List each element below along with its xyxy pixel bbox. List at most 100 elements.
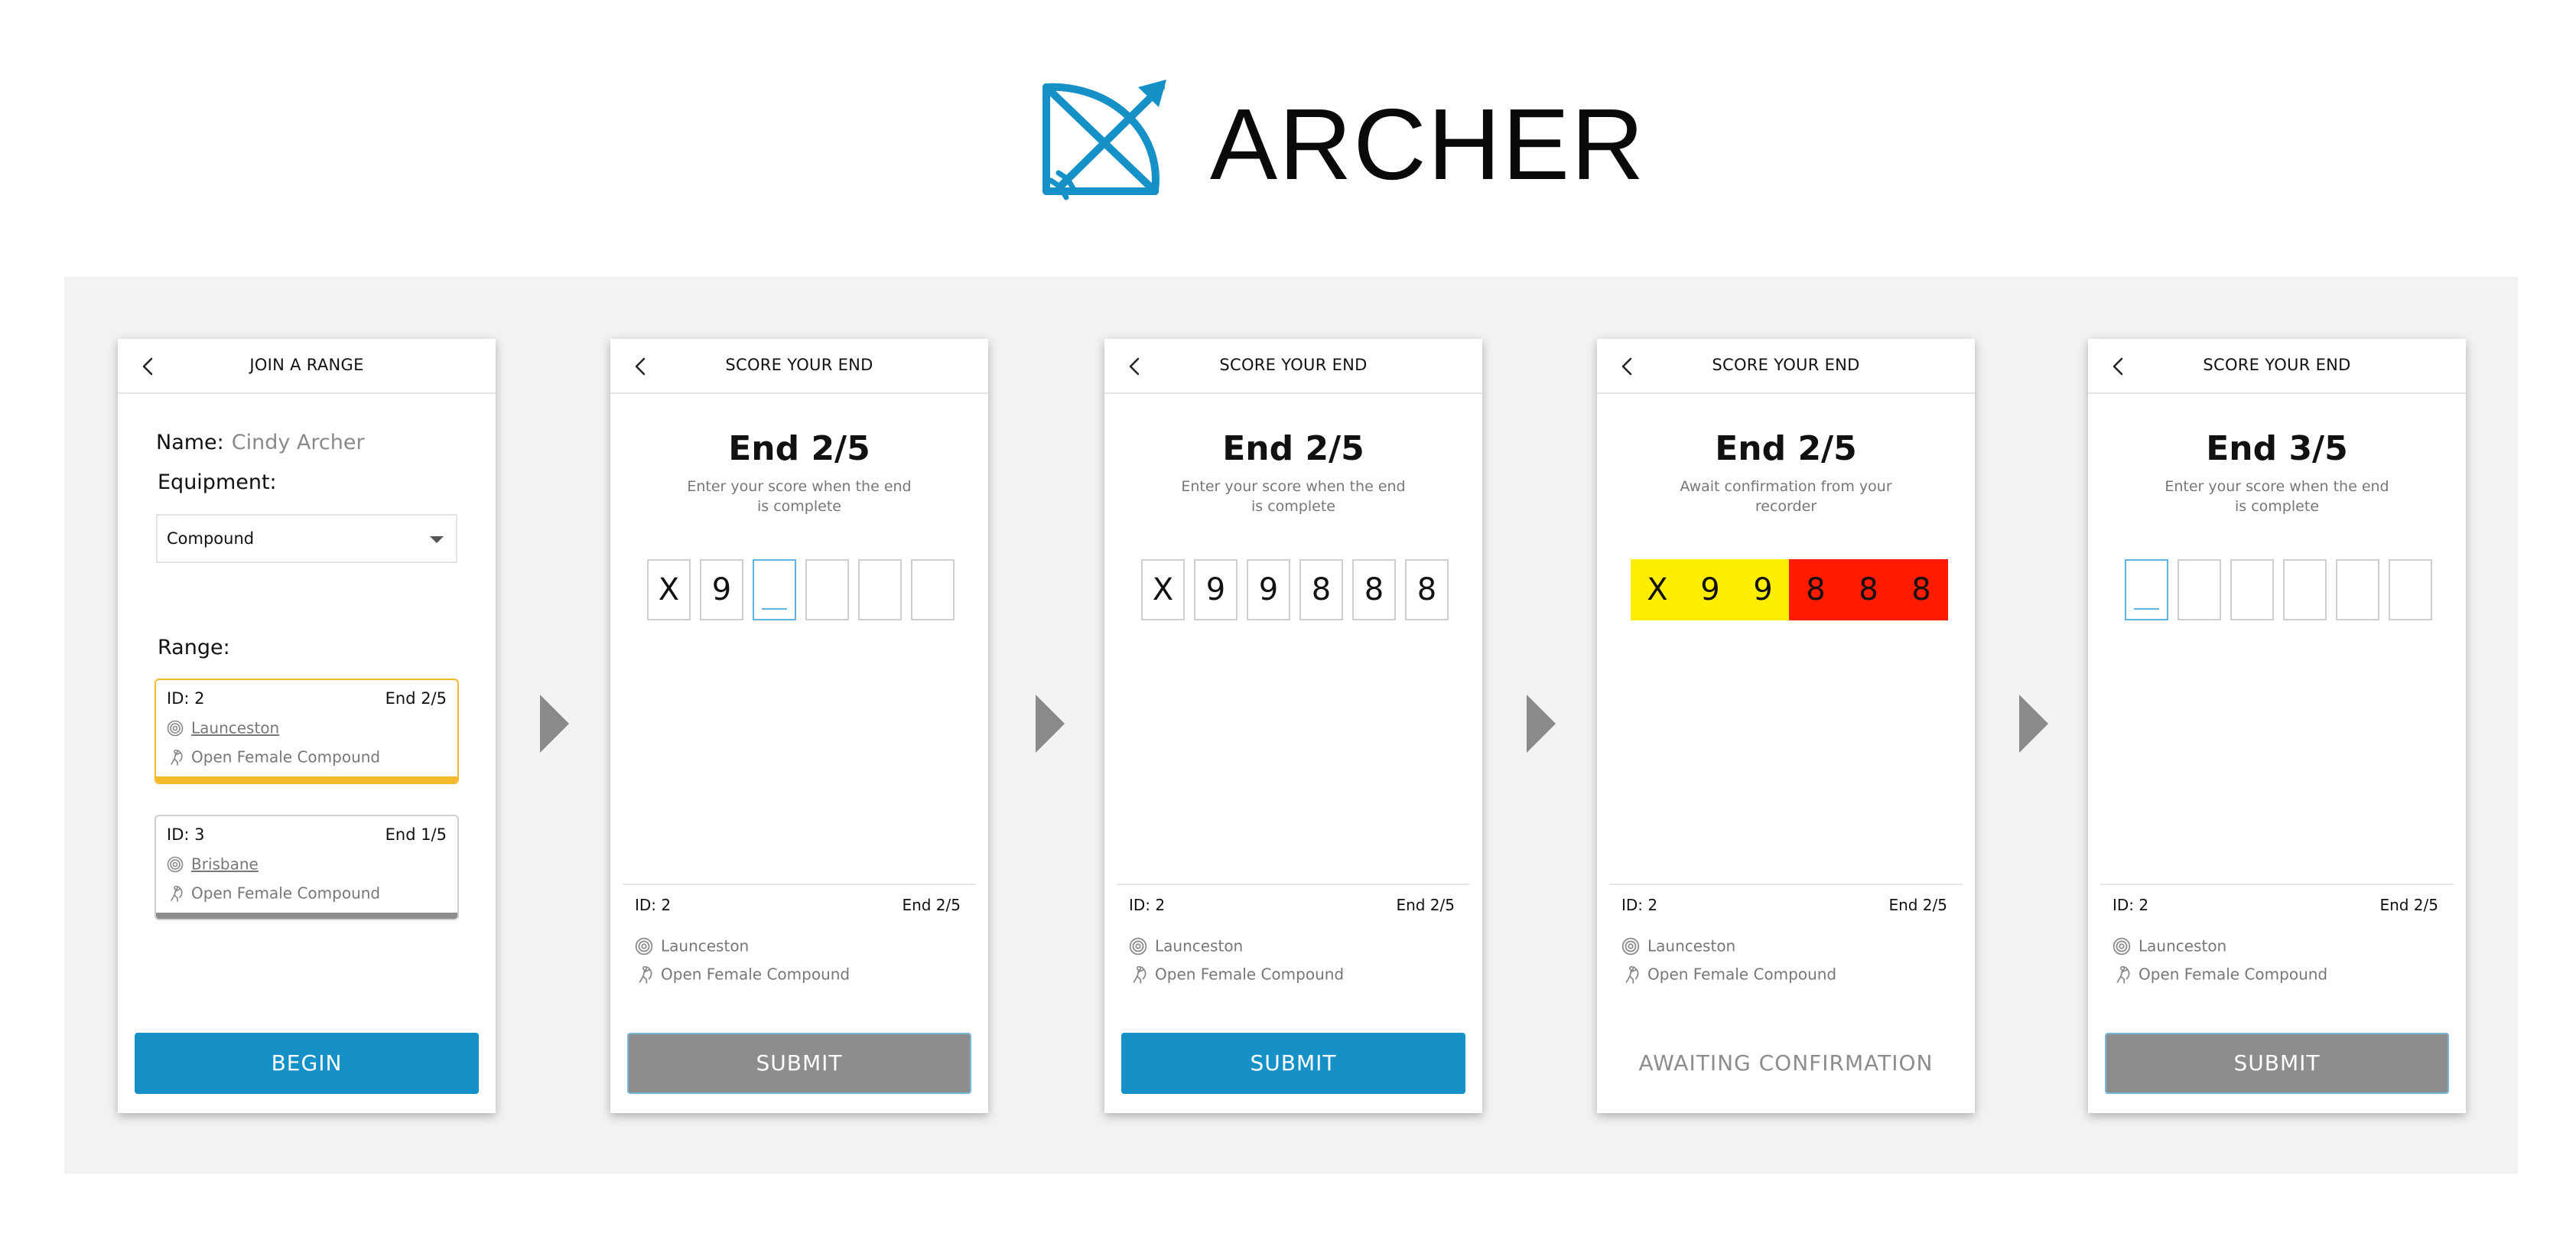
score-box: 8 [1842,559,1895,620]
screen-score-end: SCORE YOUR END End 2/5 Enter your score … [610,339,988,1113]
name-value: Cindy Archer [231,431,365,454]
divider [2100,884,2454,885]
score-box[interactable]: 9 [1247,559,1290,620]
info-location-text: Launceston [661,936,750,955]
screen-header: SCORE YOUR END [2088,339,2466,394]
info-location: Launceston [2113,934,2226,955]
score-box[interactable]: X [1141,559,1185,620]
score-box[interactable] [2389,559,2432,620]
score-box[interactable] [2178,559,2221,620]
score-inputs: X 9 9 8 8 8 [1141,559,1462,620]
score-box[interactable] [2125,559,2168,620]
info-id: ID: 2 [1129,896,1166,914]
range-card[interactable]: ID: 2 End 2/5 Launceston Open Female Com… [154,679,459,784]
info-location: Launceston [1129,934,1243,955]
info-end: End 2/5 [2379,896,2438,914]
range-end: End 2/5 [385,689,447,708]
range-division: Open Female Compound [167,746,380,767]
archer-icon [635,965,653,984]
screen-title: SCORE YOUR END [725,356,873,374]
screen-title: JOIN A RANGE [249,356,364,374]
info-division-text: Open Female Compound [1647,965,1837,984]
equipment-label: Equipment: [158,470,277,494]
score-box[interactable]: X [647,559,691,620]
target-icon [167,856,184,873]
begin-button[interactable]: BEGIN [135,1033,479,1094]
name-row: Name: Cindy Archer [156,431,365,454]
info-division-text: Open Female Compound [1155,965,1345,984]
target-icon [635,937,653,955]
score-inputs: X 9 [647,559,968,620]
end-subtitle: Enter your score when the end is complet… [2165,478,2389,515]
screen-header: SCORE YOUR END [1597,339,1975,394]
info-division-text: Open Female Compound [661,965,851,984]
range-label: Range: [158,636,230,659]
info-id: ID: 2 [635,896,672,914]
target-icon [1621,937,1640,955]
info-end: End 2/5 [902,896,961,914]
score-box[interactable]: 9 [700,559,743,620]
info-end: End 2/5 [1888,896,1947,914]
end-title: End 2/5 [1222,429,1364,468]
score-box[interactable] [911,559,955,620]
name-label: Name: [156,431,224,454]
score-box[interactable]: 8 [1299,559,1343,620]
info-id: ID: 2 [2113,896,2149,914]
equipment-select[interactable]: Compound [156,514,457,563]
info-division: Open Female Compound [2113,962,2327,984]
score-box[interactable] [805,559,849,620]
score-box[interactable]: 9 [1194,559,1238,620]
score-box[interactable] [2336,559,2379,620]
end-title: End 2/5 [728,429,870,468]
score-box: 8 [1895,559,1948,620]
range-card[interactable]: ID: 3 End 1/5 Brisbane Open Female Compo… [154,815,459,920]
score-box: 8 [1789,559,1843,620]
divider [1609,884,1963,885]
score-box[interactable] [753,559,796,620]
score-inputs [2125,559,2446,620]
divider [623,884,976,885]
range-location-link[interactable]: Brisbane [191,855,259,874]
archer-icon [2113,965,2131,984]
info-division: Open Female Compound [635,962,850,984]
end-subtitle: Enter your score when the end is complet… [687,478,912,515]
submit-button[interactable]: SUBMIT [1121,1033,1465,1094]
equipment-value: Compound [167,529,255,548]
info-division-text: Open Female Compound [2139,965,2328,984]
archer-icon [1621,965,1640,984]
submit-button[interactable]: SUBMIT [2105,1033,2449,1094]
screen-score-end: SCORE YOUR END End 2/5 Enter your score … [1104,339,1482,1113]
screen-score-end: SCORE YOUR END End 3/5 Enter your score … [2088,339,2466,1113]
target-icon [2113,937,2131,955]
flow-arrow-icon [2019,695,2048,753]
score-box[interactable] [2283,559,2327,620]
score-box[interactable]: 8 [1352,559,1396,620]
range-end: End 1/5 [385,825,447,844]
score-box[interactable] [2230,559,2274,620]
end-title: End 2/5 [1715,429,1857,468]
selected-indicator [156,776,457,783]
score-box: 9 [1736,559,1790,620]
range-division-text: Open Female Compound [191,884,381,903]
screen-title: SCORE YOUR END [1219,356,1368,374]
screen-header: SCORE YOUR END [1104,339,1482,394]
end-subtitle: Await confirmation from your recorder [1680,478,1892,515]
screen-join-range: JOIN A RANGE Name: Cindy Archer Equipment… [118,339,496,1113]
app-logo: ARCHER [1040,76,1644,207]
info-division: Open Female Compound [1129,962,1344,984]
info-id: ID: 2 [1621,896,1658,914]
awaiting-status: AWAITING CONFIRMATION [1638,1050,1934,1076]
info-location-text: Launceston [1647,936,1736,955]
archer-icon [1129,965,1147,984]
flow-arrow-icon [1036,695,1065,753]
screen-title: SCORE YOUR END [2203,356,2351,374]
range-location-link[interactable]: Launceston [191,719,279,737]
info-location: Launceston [635,934,749,955]
score-box: X [1631,559,1684,620]
score-box[interactable] [858,559,902,620]
score-box[interactable]: 8 [1405,559,1449,620]
flow-arrow-icon [1527,695,1556,753]
range-id: ID: 2 [167,689,205,708]
submit-button[interactable]: SUBMIT [627,1033,971,1094]
screen-title: SCORE YOUR END [1712,356,1860,374]
